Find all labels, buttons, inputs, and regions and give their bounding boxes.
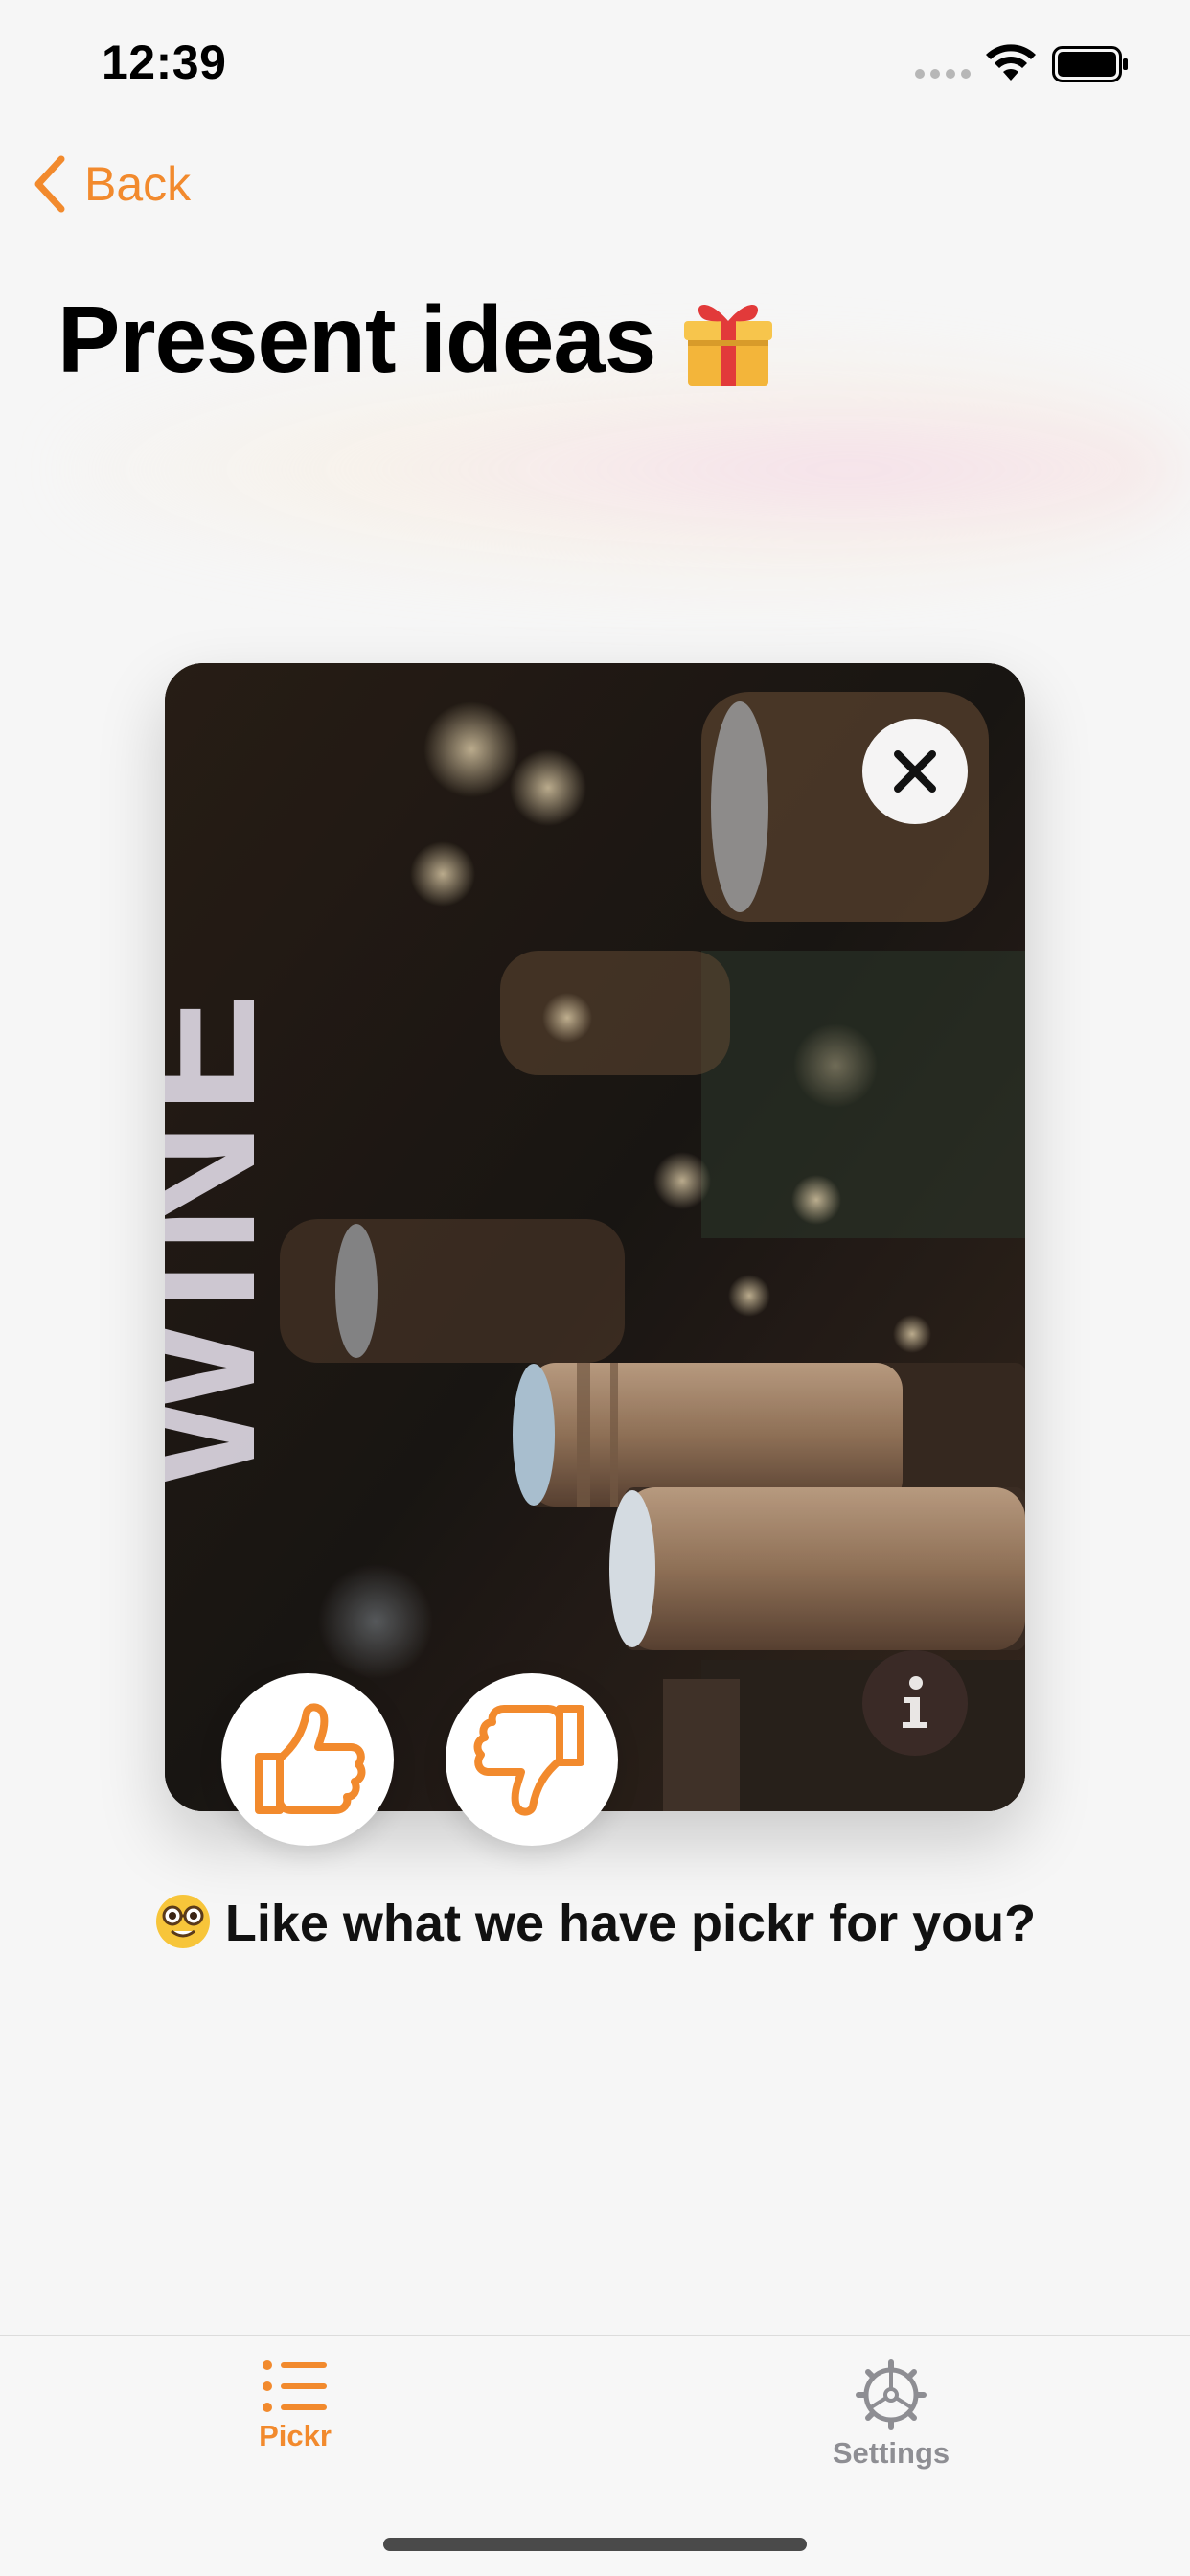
wifi-icon xyxy=(986,44,1036,80)
dislike-button[interactable] xyxy=(446,1673,618,1846)
cellular-signal-icon xyxy=(915,69,971,79)
thumbs-down-icon xyxy=(473,1705,584,1816)
card-title: WINE xyxy=(165,984,293,1492)
info-button[interactable] xyxy=(862,1650,968,1756)
prompt-text: Like what we have pickr for you? xyxy=(224,1895,1037,1952)
back-label: Back xyxy=(84,157,192,211)
nerd-face-emoji xyxy=(155,1895,210,1948)
status-bar: 12:39 xyxy=(0,0,1190,125)
chevron-left-icon xyxy=(34,155,65,213)
status-time: 12:39 xyxy=(102,35,227,89)
wine-photo xyxy=(165,663,1025,1811)
home-indicator xyxy=(383,2538,807,2551)
tab-settings-label: Settings xyxy=(832,2436,950,2470)
tab-settings[interactable]: Settings xyxy=(747,2359,1035,2471)
gift-icon xyxy=(684,304,773,386)
like-button[interactable] xyxy=(221,1673,394,1846)
page-title: Present ideas xyxy=(57,286,778,394)
idea-card[interactable]: WINE xyxy=(165,663,1025,1811)
close-icon xyxy=(894,750,936,793)
gear-icon xyxy=(856,2359,927,2430)
pickr-prompt: Like what we have pickr for you? xyxy=(0,1893,1190,1953)
battery-icon xyxy=(1052,46,1128,82)
page-title-text: Present ideas xyxy=(57,287,656,392)
thumbs-up-icon xyxy=(255,1703,366,1814)
back-button[interactable]: Back xyxy=(33,155,191,213)
list-icon xyxy=(263,2360,327,2412)
tab-pickr[interactable]: Pickr xyxy=(151,2359,439,2453)
close-button[interactable] xyxy=(862,719,968,824)
tab-pickr-label: Pickr xyxy=(259,2419,332,2452)
info-icon xyxy=(903,1676,927,1728)
